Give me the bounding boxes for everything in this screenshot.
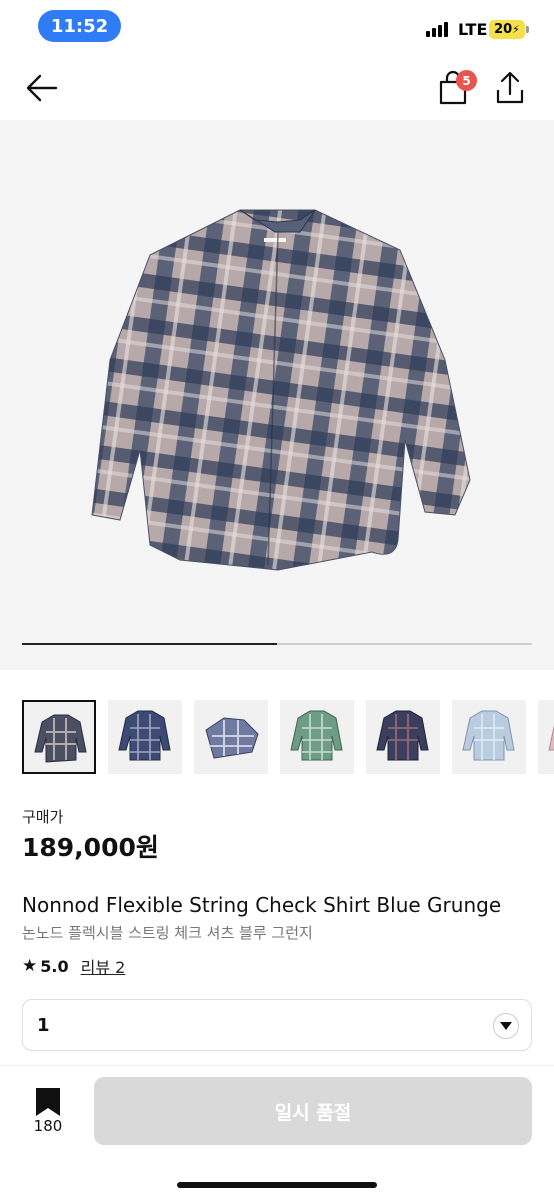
back-button[interactable] [22,70,62,106]
soldout-button: 일시 품절 [94,1077,532,1145]
thumbnail-4[interactable] [280,700,354,774]
share-icon [496,71,524,104]
product-title-korean: 논노드 플렉시블 스트링 체크 셔츠 블루 그런지 [22,924,313,942]
thumbnail-6[interactable] [452,700,526,774]
home-indicator [177,1182,377,1188]
gallery-progress-fill [22,643,277,645]
bookmark-icon [36,1088,60,1116]
top-nav: 5 [0,54,554,120]
quantity-select[interactable]: 1 [22,999,532,1051]
status-time: 11:52 [38,10,121,42]
gallery-progress-track [22,643,532,645]
review-link[interactable]: 리뷰 2 [81,954,126,978]
charging-bolt-icon: ⚡ [512,23,520,36]
product-image-gallery[interactable] [0,120,554,670]
bottom-bar-divider [0,1065,554,1066]
share-button[interactable] [490,68,530,108]
thumbnail-7[interactable] [538,700,554,774]
battery-level: 20 [494,22,513,37]
signal-icon [426,21,448,37]
rating-row: ★ 5.0 리뷰 2 [22,954,125,978]
thumbnail-strip[interactable] [22,700,554,774]
thumbnail-3[interactable] [194,700,268,774]
status-bar: 11:52 LTE 20 ⚡ [0,0,554,54]
product-photo [91,209,471,571]
price-label: 구매가 [22,808,64,826]
product-title: Nonnod Flexible String Check Shirt Blue … [22,893,502,917]
bookmark-count: 180 [33,1117,63,1135]
thumbnail-2[interactable] [108,700,182,774]
cart-count-badge: 5 [456,70,477,91]
thumbnail-1[interactable] [22,700,96,774]
arrow-left-icon [26,74,58,102]
star-icon: ★ [22,956,38,976]
chevron-down-icon [493,1013,519,1039]
product-price: 189,000원 [22,833,159,862]
network-label: LTE [458,20,488,39]
battery-icon: 20 ⚡ [489,20,525,39]
battery-tip [526,26,529,33]
quantity-value: 1 [37,1015,50,1036]
thumbnail-5[interactable] [366,700,440,774]
rating-value: 5.0 [40,956,69,976]
